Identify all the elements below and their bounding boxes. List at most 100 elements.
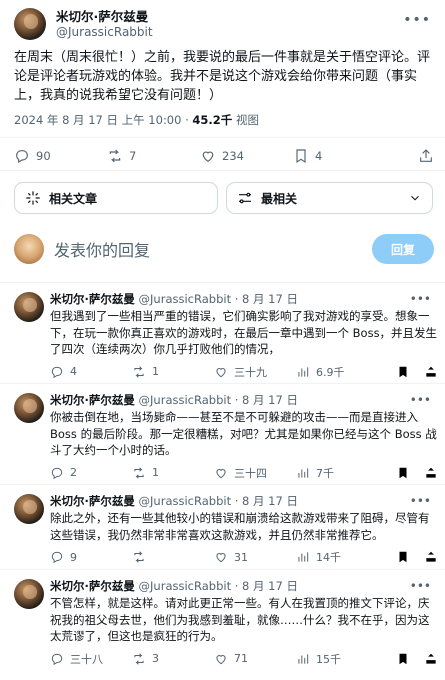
repost-icon <box>134 652 144 665</box>
reply-count: 9 <box>70 550 77 564</box>
repost-icon <box>109 149 121 163</box>
share-icon[interactable] <box>424 652 438 666</box>
repost-icon <box>134 365 144 378</box>
divider <box>0 383 445 384</box>
like-action[interactable]: 71 <box>214 652 296 666</box>
reply-author-name[interactable]: 米切尔·萨尔兹曼 <box>50 494 135 508</box>
reply-action[interactable]: 2 <box>50 466 132 480</box>
views-action[interactable]: 15千 <box>296 651 378 667</box>
reply-text: 除此之外，还有一些其他较小的错误和崩溃给这款游戏带来了阻碍，尽管有这些错误，我仍… <box>50 511 430 542</box>
share-icon <box>420 149 432 162</box>
reply-count: 4 <box>70 365 77 378</box>
reply-avatar[interactable] <box>14 494 44 524</box>
repost-count: 7 <box>129 149 137 163</box>
views-action[interactable]: 6.9千 <box>296 364 378 380</box>
reply-author-name[interactable]: 米切尔·萨尔兹曼 <box>50 393 135 407</box>
author-handle[interactable]: @JurassicRabbit <box>56 25 153 40</box>
repost-action[interactable] <box>132 550 214 564</box>
reply-action-bar: 2 1 三十四 7千 <box>50 465 438 481</box>
divider <box>0 282 445 283</box>
views-action[interactable]: 14千 <box>296 549 378 565</box>
reply-date[interactable]: 8 月 17 日 <box>242 494 298 508</box>
reply-author-handle[interactable]: @JurassicRabbit <box>139 393 232 407</box>
reply-button[interactable]: 回复 <box>372 234 434 264</box>
tweet-meta: 2024 年 8 月 17 日 上午 10:00 · 45.2千 视图 <box>14 112 259 128</box>
share-icon[interactable] <box>424 466 438 480</box>
heart-icon <box>216 367 226 377</box>
like-action[interactable]: 31 <box>214 550 296 564</box>
repost-action[interactable]: 7 <box>107 148 200 164</box>
bookmark-icon[interactable] <box>396 550 410 564</box>
repost-count: 1 <box>152 365 159 378</box>
views-icon <box>298 366 309 377</box>
reply-date[interactable]: 8 月 17 日 <box>242 292 298 306</box>
reply-author-name[interactable]: 米切尔·萨尔兹曼 <box>50 292 135 306</box>
like-count: 31 <box>234 550 248 564</box>
reply-date[interactable]: 8 月 17 日 <box>242 393 298 407</box>
bookmark-icon[interactable] <box>396 365 410 379</box>
divider <box>0 137 445 138</box>
like-action[interactable]: 三十四 <box>214 465 296 481</box>
repost-icon <box>134 466 144 479</box>
sparkle-icon <box>26 191 40 205</box>
reply-action[interactable]: 90 <box>14 148 107 164</box>
reply-author-handle[interactable]: @JurassicRabbit <box>139 292 232 306</box>
share-action[interactable] <box>418 148 434 164</box>
sort-dropdown[interactable]: 最相关 <box>226 182 433 214</box>
reply-composer: 发表你的回复 回复 <box>14 232 434 266</box>
share-icon[interactable] <box>424 550 438 564</box>
reply-author-handle[interactable]: @JurassicRabbit <box>139 579 232 593</box>
bookmark-count: 4 <box>315 149 323 163</box>
repost-action[interactable]: 3 <box>132 652 214 666</box>
bookmark-icon[interactable] <box>396 652 410 666</box>
views-icon <box>298 552 309 562</box>
like-count: 71 <box>234 652 248 665</box>
reply-count: 90 <box>36 149 51 163</box>
reply-action[interactable]: 4 <box>50 365 132 379</box>
more-options-icon[interactable]: ••• <box>403 12 431 28</box>
views-icon <box>298 467 309 478</box>
reply-action-bar: 4 1 三十九 6.9千 <box>50 364 438 380</box>
reply-input[interactable]: 发表你的回复 <box>54 237 150 261</box>
heart-icon <box>216 654 226 664</box>
reply-avatar[interactable] <box>14 292 44 322</box>
reply-icon <box>51 467 63 479</box>
tweet-timestamp[interactable]: 2024 年 8 月 17 日 上午 10:00 · <box>14 113 192 127</box>
reply-action-bar: 三十八 3 71 15千 <box>50 651 438 667</box>
repost-action[interactable]: 1 <box>132 365 214 379</box>
views-action[interactable]: 7千 <box>296 465 378 481</box>
current-user-avatar[interactable] <box>14 234 44 264</box>
like-action[interactable]: 234 <box>200 148 293 164</box>
heart-icon <box>216 468 226 478</box>
reply-avatar[interactable] <box>14 393 44 423</box>
like-action[interactable]: 三十九 <box>214 364 296 380</box>
bookmark-icon[interactable] <box>396 466 410 480</box>
reply-action-bar: 9 31 14千 <box>50 549 438 565</box>
reply-action[interactable]: 三十八 <box>50 651 132 667</box>
sliders-icon <box>239 192 251 204</box>
divider <box>0 484 445 485</box>
author-avatar[interactable] <box>14 8 46 40</box>
repost-action[interactable]: 1 <box>132 466 214 480</box>
reply-author-name[interactable]: 米切尔·萨尔兹曼 <box>50 579 135 593</box>
sort-label: 最相关 <box>261 191 298 206</box>
reply-text: 但我遇到了一些相当严重的错误，它们确实影响了我对游戏的享受。想象一下，在玩一款你… <box>50 309 438 356</box>
reply-icon <box>51 366 63 378</box>
reply-icon <box>51 653 63 665</box>
view-count-label: 视图 <box>232 113 259 127</box>
reply-icon <box>16 150 28 164</box>
reply-action[interactable]: 9 <box>50 550 132 564</box>
bookmark-action[interactable]: 4 <box>293 148 386 164</box>
chevron-down-icon <box>411 195 419 201</box>
share-icon[interactable] <box>424 365 438 379</box>
heart-icon <box>216 553 226 563</box>
reply-avatar[interactable] <box>14 579 44 609</box>
reply-icon <box>51 551 63 564</box>
reply-author-handle[interactable]: @JurassicRabbit <box>139 494 232 508</box>
reply-date[interactable]: 8 月 17 日 <box>242 579 298 593</box>
like-count: 234 <box>222 149 244 163</box>
related-posts-button[interactable]: 相关文章 <box>14 182 218 214</box>
reply-text: 你被击倒在地，当场毙命——甚至不是不可躲避的攻击——而是直接进入 Boss 的最… <box>50 410 437 457</box>
author-name[interactable]: 米切尔·萨尔兹曼 <box>56 9 153 25</box>
views-count: 6.9千 <box>316 365 345 379</box>
